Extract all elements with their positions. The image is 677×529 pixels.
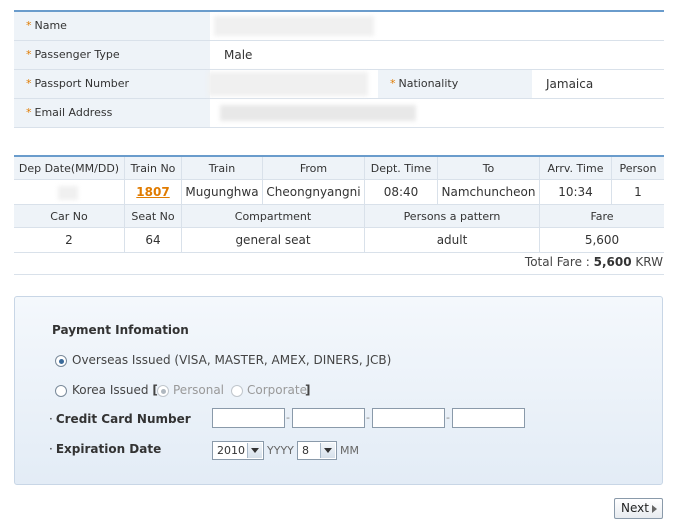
header-person: Person xyxy=(619,161,657,175)
header-fare: Fare xyxy=(590,209,614,223)
card-dash-2: - xyxy=(366,411,370,424)
email-value-redacted xyxy=(220,105,416,121)
arrv-time-cell: 10:34 xyxy=(540,180,612,204)
name-value-redacted xyxy=(214,16,374,36)
card-number-input-4[interactable] xyxy=(452,408,525,428)
card-number-input-3[interactable] xyxy=(372,408,445,428)
dep-date-redacted xyxy=(58,186,78,200)
header-dept-time: Dept. Time xyxy=(365,157,438,179)
payment-title: Payment Infomation xyxy=(52,323,189,337)
header-to: To xyxy=(438,157,540,179)
overseas-label[interactable]: Overseas Issued (VISA, MASTER, AMEX, DIN… xyxy=(72,353,391,367)
seat-row: 2 64 general seat adult 5,600 xyxy=(14,228,664,253)
passenger-type-label: * Passenger Type xyxy=(14,41,210,69)
email-label: * Email Address xyxy=(14,99,210,127)
personal-label: Personal xyxy=(173,383,225,397)
passenger-info-table: * Name * Passenger Type Male * Passport Num… xyxy=(14,10,664,128)
personal-radio[interactable] xyxy=(157,385,169,397)
from-cell: Cheongnyangni xyxy=(263,180,365,204)
month-select[interactable]: 8 xyxy=(297,441,337,460)
payment-panel: Payment Infomation Overseas Issued (VISA… xyxy=(14,296,663,485)
train-no-cell: 1807 xyxy=(125,180,182,204)
passenger-type-value: Male xyxy=(224,48,253,62)
card-dash-1: - xyxy=(286,411,290,424)
card-dash-3: - xyxy=(446,411,450,424)
train-row: 1807 Mugunghwa Cheongnyangni 08:40 Namch… xyxy=(14,180,664,205)
next-button[interactable]: Next xyxy=(614,498,663,519)
overseas-radio[interactable] xyxy=(55,355,67,367)
arrow-right-icon xyxy=(652,505,657,513)
email-row: * Email Address xyxy=(14,99,664,128)
dep-date-cell xyxy=(14,180,125,204)
fare-cell: 5,600 xyxy=(584,233,620,247)
header-car-no: Car No xyxy=(14,205,125,227)
seat-header-row: Car No Seat No Compartment Persons a pat… xyxy=(14,205,664,228)
divider xyxy=(14,274,664,275)
card-number-input-1[interactable] xyxy=(212,408,285,428)
train-info-table: Dep Date(MM/DD) Train No Train From Dept… xyxy=(14,155,664,253)
header-compartment: Compartment xyxy=(182,205,365,227)
chevron-down-icon xyxy=(320,443,335,458)
card-number-label: · Credit Card Number xyxy=(49,412,191,426)
korea-label[interactable]: Korea Issued [ xyxy=(72,383,158,397)
year-select[interactable]: 2010 xyxy=(212,441,264,460)
total-fare: Total Fare : 5,600 KRW xyxy=(524,255,663,269)
to-cell: Namchuncheon xyxy=(438,180,540,204)
chevron-down-icon xyxy=(247,443,262,458)
header-dep-date: Dep Date(MM/DD) xyxy=(14,157,125,179)
nationality-label: * Nationality xyxy=(378,70,532,98)
total-fare-value: 5,600 xyxy=(593,255,632,269)
header-train: Train xyxy=(182,157,263,179)
corporate-label: Corporate xyxy=(247,383,307,397)
nationality-value: Jamaica xyxy=(546,77,594,91)
expiration-label: · Expiration Date xyxy=(49,442,162,456)
name-label: * Name xyxy=(14,12,210,40)
header-persons-pattern: Persons a pattern xyxy=(365,205,540,227)
train-no-link[interactable]: 1807 xyxy=(136,185,169,199)
dept-time-cell: 08:40 xyxy=(365,180,438,204)
passport-value-redacted xyxy=(208,72,368,96)
compartment-cell: general seat xyxy=(182,228,365,252)
month-unit: MM xyxy=(340,444,359,457)
passport-label: * Passport Number xyxy=(14,70,210,98)
train-header-row: Dep Date(MM/DD) Train No Train From Dept… xyxy=(14,157,664,180)
passport-row: * Passport Number * Nationality Jamaica xyxy=(14,70,664,99)
persons-pattern-cell: adult xyxy=(365,228,540,252)
year-unit: YYYY xyxy=(267,444,294,457)
header-seat-no: Seat No xyxy=(125,205,182,227)
korea-radio[interactable] xyxy=(55,385,67,397)
train-cell: Mugunghwa xyxy=(182,180,263,204)
corporate-radio[interactable] xyxy=(231,385,243,397)
seat-no-cell: 64 xyxy=(125,228,182,252)
header-from: From xyxy=(263,157,365,179)
name-row: * Name xyxy=(14,12,664,41)
header-arrv-time: Arrv. Time xyxy=(540,157,612,179)
passenger-type-row: * Passenger Type Male xyxy=(14,41,664,70)
person-cell: 1 xyxy=(634,185,642,199)
card-number-input-2[interactable] xyxy=(292,408,365,428)
bracket-close: ] xyxy=(305,383,311,397)
car-no-cell: 2 xyxy=(14,228,125,252)
header-train-no: Train No xyxy=(125,157,182,179)
